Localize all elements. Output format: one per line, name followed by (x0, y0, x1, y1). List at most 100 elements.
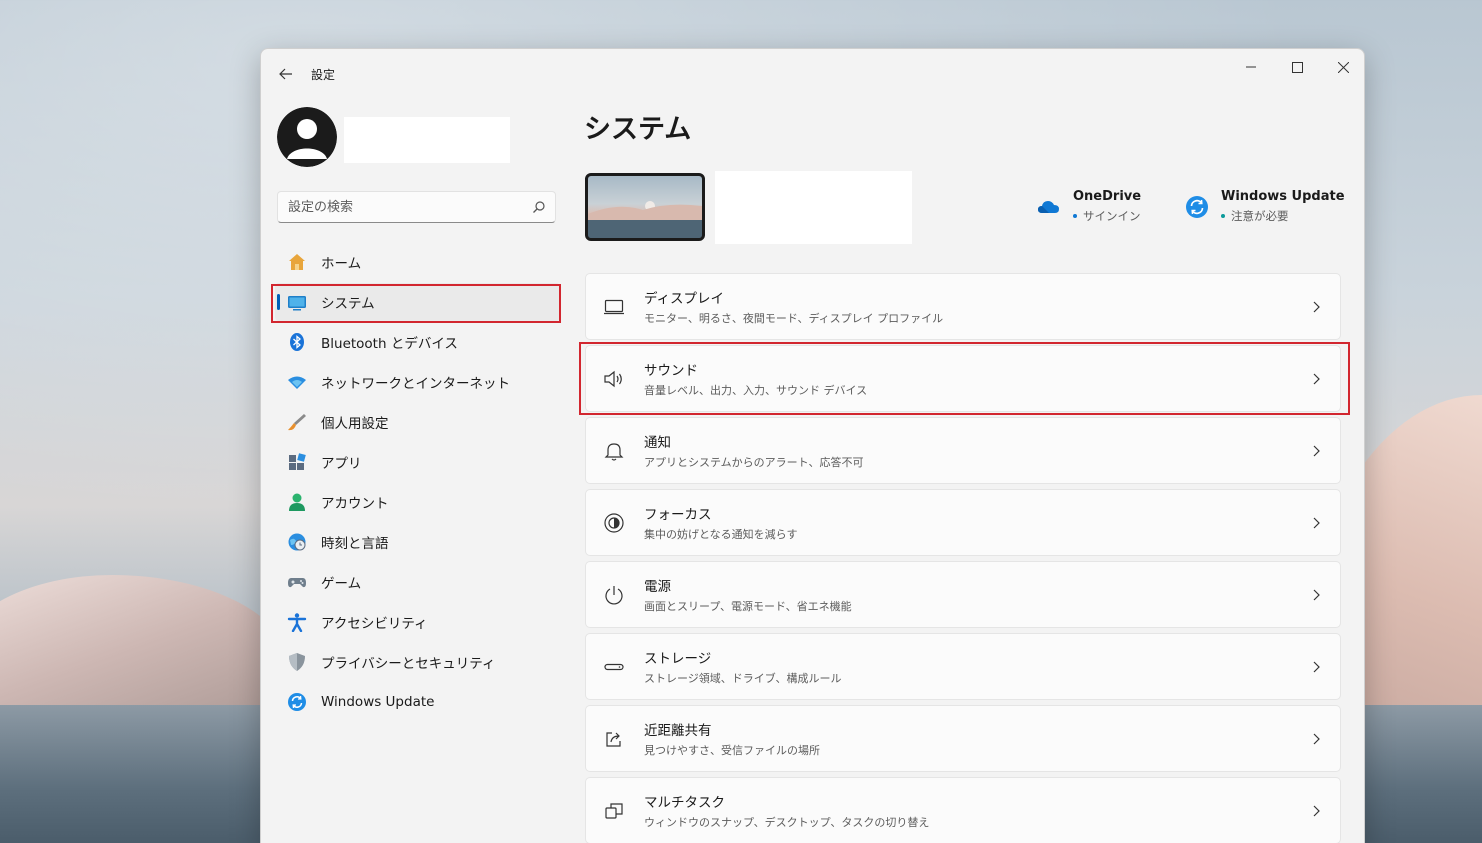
display-icon (602, 295, 626, 319)
sidebar-item-label: アカウント (321, 496, 389, 512)
sidebar-item-label: プライバシーとセキュリティ (321, 656, 496, 672)
page-title: システム (584, 114, 692, 145)
system-icon (287, 292, 307, 312)
power-icon (602, 583, 626, 607)
accessibility-icon (287, 612, 307, 632)
sidebar-item-home[interactable]: ホーム (275, 243, 560, 281)
sidebar-item-apps[interactable]: アプリ (275, 443, 560, 481)
card-subtitle: 画面とスリープ、電源モード、省エネ機能 (644, 600, 852, 613)
share-icon (602, 727, 626, 751)
chevron-right-icon (1313, 661, 1320, 673)
onedrive-sub: サインイン (1083, 209, 1141, 223)
card-multitasking[interactable]: マルチタスクウィンドウのスナップ、デスクトップ、タスクの切り替え (585, 777, 1341, 843)
card-title: ストレージ (644, 651, 712, 667)
apps-icon (287, 452, 307, 472)
sidebar-item-label: アプリ (321, 456, 362, 472)
wifi-icon (287, 372, 307, 392)
sidebar-item-personalization[interactable]: 個人用設定 (275, 403, 560, 441)
chevron-right-icon (1313, 373, 1320, 385)
card-power[interactable]: 電源画面とスリープ、電源モード、省エネ機能 (585, 561, 1341, 628)
sidebar-item-label: Bluetooth とデバイス (321, 336, 458, 352)
close-icon (1337, 61, 1349, 73)
card-title: 通知 (644, 435, 671, 451)
chevron-right-icon (1313, 517, 1320, 529)
back-arrow-icon (279, 68, 292, 80)
card-subtitle: 音量レベル、出力、入力、サウンド デバイス (644, 384, 868, 397)
settings-search-input[interactable] (277, 191, 556, 223)
maximize-button[interactable] (1274, 51, 1320, 83)
minimize-button[interactable] (1228, 51, 1274, 83)
sidebar-item-label: Windows Update (321, 694, 435, 710)
card-subtitle: アプリとシステムからのアラート、応答不可 (644, 456, 864, 469)
windows-update-status[interactable]: Windows Update 注意が必要 (1185, 189, 1345, 224)
sidebar-item-label: ゲーム (321, 576, 362, 592)
windows-update-sub: 注意が必要 (1231, 209, 1289, 223)
user-avatar-icon (277, 107, 337, 167)
sidebar-item-gaming[interactable]: ゲーム (275, 563, 560, 601)
card-notifications[interactable]: 通知アプリとシステムからのアラート、応答不可 (585, 417, 1341, 484)
sidebar-item-accounts[interactable]: アカウント (275, 483, 560, 521)
card-subtitle: ストレージ領域、ドライブ、構成ルール (644, 672, 842, 685)
speaker-icon (602, 367, 626, 391)
sidebar-item-system[interactable]: システム (275, 283, 560, 321)
sidebar-item-bluetooth[interactable]: Bluetooth とデバイス (275, 323, 560, 361)
device-preview-image[interactable] (585, 173, 705, 241)
windows-update-status-icon (1186, 196, 1208, 218)
focus-icon (602, 511, 626, 535)
sidebar-item-network[interactable]: ネットワークとインターネット (275, 363, 560, 401)
card-nearby-sharing[interactable]: 近距離共有見つけやすさ、受信ファイルの場所 (585, 705, 1341, 772)
card-subtitle: 集中の妨げとなる通知を減らす (644, 528, 798, 541)
sidebar-nav: ホーム システム Bluetooth とデバイス ネットワークとインターネット … (275, 243, 560, 723)
home-icon (287, 252, 307, 272)
chevron-right-icon (1313, 805, 1320, 817)
sidebar-item-time-language[interactable]: 時刻と言語 (275, 523, 560, 561)
bluetooth-icon (287, 332, 307, 352)
onedrive-status[interactable]: OneDrive サインイン (1037, 189, 1141, 224)
chevron-right-icon (1313, 445, 1320, 457)
device-name-redacted (715, 171, 912, 244)
sidebar-item-label: 時刻と言語 (321, 536, 389, 552)
card-focus[interactable]: フォーカス 集中の妨げとなる通知を減らす (585, 489, 1341, 556)
sidebar-item-accessibility[interactable]: アクセシビリティ (275, 603, 560, 641)
card-sound[interactable]: サウンド音量レベル、出力、入力、サウンド デバイス (585, 345, 1341, 412)
card-title: 電源 (644, 579, 671, 595)
sidebar-item-privacy-security[interactable]: プライバシーとセキュリティ (275, 643, 560, 681)
windows-update-icon (287, 692, 307, 712)
card-title: 近距離共有 (644, 723, 712, 739)
windows-update-title: Windows Update (1221, 189, 1345, 204)
onedrive-title: OneDrive (1073, 189, 1142, 204)
app-title: 設定 (311, 68, 336, 82)
settings-window: 設定 ホーム (260, 48, 1365, 843)
shield-icon (287, 652, 307, 672)
settings-card-list: ディスプレイ モニター、明るさ、夜間モード、ディスプレイ プロファイル サウンド音… (585, 273, 1341, 843)
card-subtitle: ウィンドウのスナップ、デスクトップ、タスクの切り替え (644, 816, 930, 829)
avatar[interactable] (277, 107, 337, 167)
sidebar-item-label: ネットワークとインターネット (321, 376, 510, 392)
chevron-right-icon (1313, 589, 1320, 601)
brush-icon (287, 412, 307, 432)
back-button[interactable] (275, 63, 297, 85)
bell-icon (602, 439, 626, 463)
sidebar-item-label: アクセシビリティ (321, 616, 428, 632)
card-title: サウンド (644, 363, 698, 379)
close-button[interactable] (1320, 51, 1364, 83)
storage-icon (602, 655, 626, 679)
card-display[interactable]: ディスプレイ モニター、明るさ、夜間モード、ディスプレイ プロファイル (585, 273, 1341, 340)
account-icon (287, 492, 307, 512)
chevron-right-icon (1313, 733, 1320, 745)
globe-clock-icon (287, 532, 307, 552)
maximize-icon (1291, 61, 1303, 73)
sidebar-item-label: 個人用設定 (321, 416, 389, 432)
card-title: マルチタスク (644, 795, 725, 811)
sidebar-item-windows-update[interactable]: Windows Update (275, 683, 560, 721)
chevron-right-icon (1313, 301, 1320, 313)
search-icon (533, 201, 545, 213)
sidebar-item-label: ホーム (321, 256, 362, 272)
sidebar-item-label: システム (321, 296, 375, 312)
onedrive-cloud-icon (1038, 201, 1059, 213)
card-storage[interactable]: ストレージストレージ領域、ドライブ、構成ルール (585, 633, 1341, 700)
card-subtitle: 見つけやすさ、受信ファイルの場所 (644, 744, 820, 757)
title-bar: 設定 (261, 49, 1364, 97)
card-title: ディスプレイ (644, 291, 725, 307)
multitask-icon (602, 799, 626, 823)
